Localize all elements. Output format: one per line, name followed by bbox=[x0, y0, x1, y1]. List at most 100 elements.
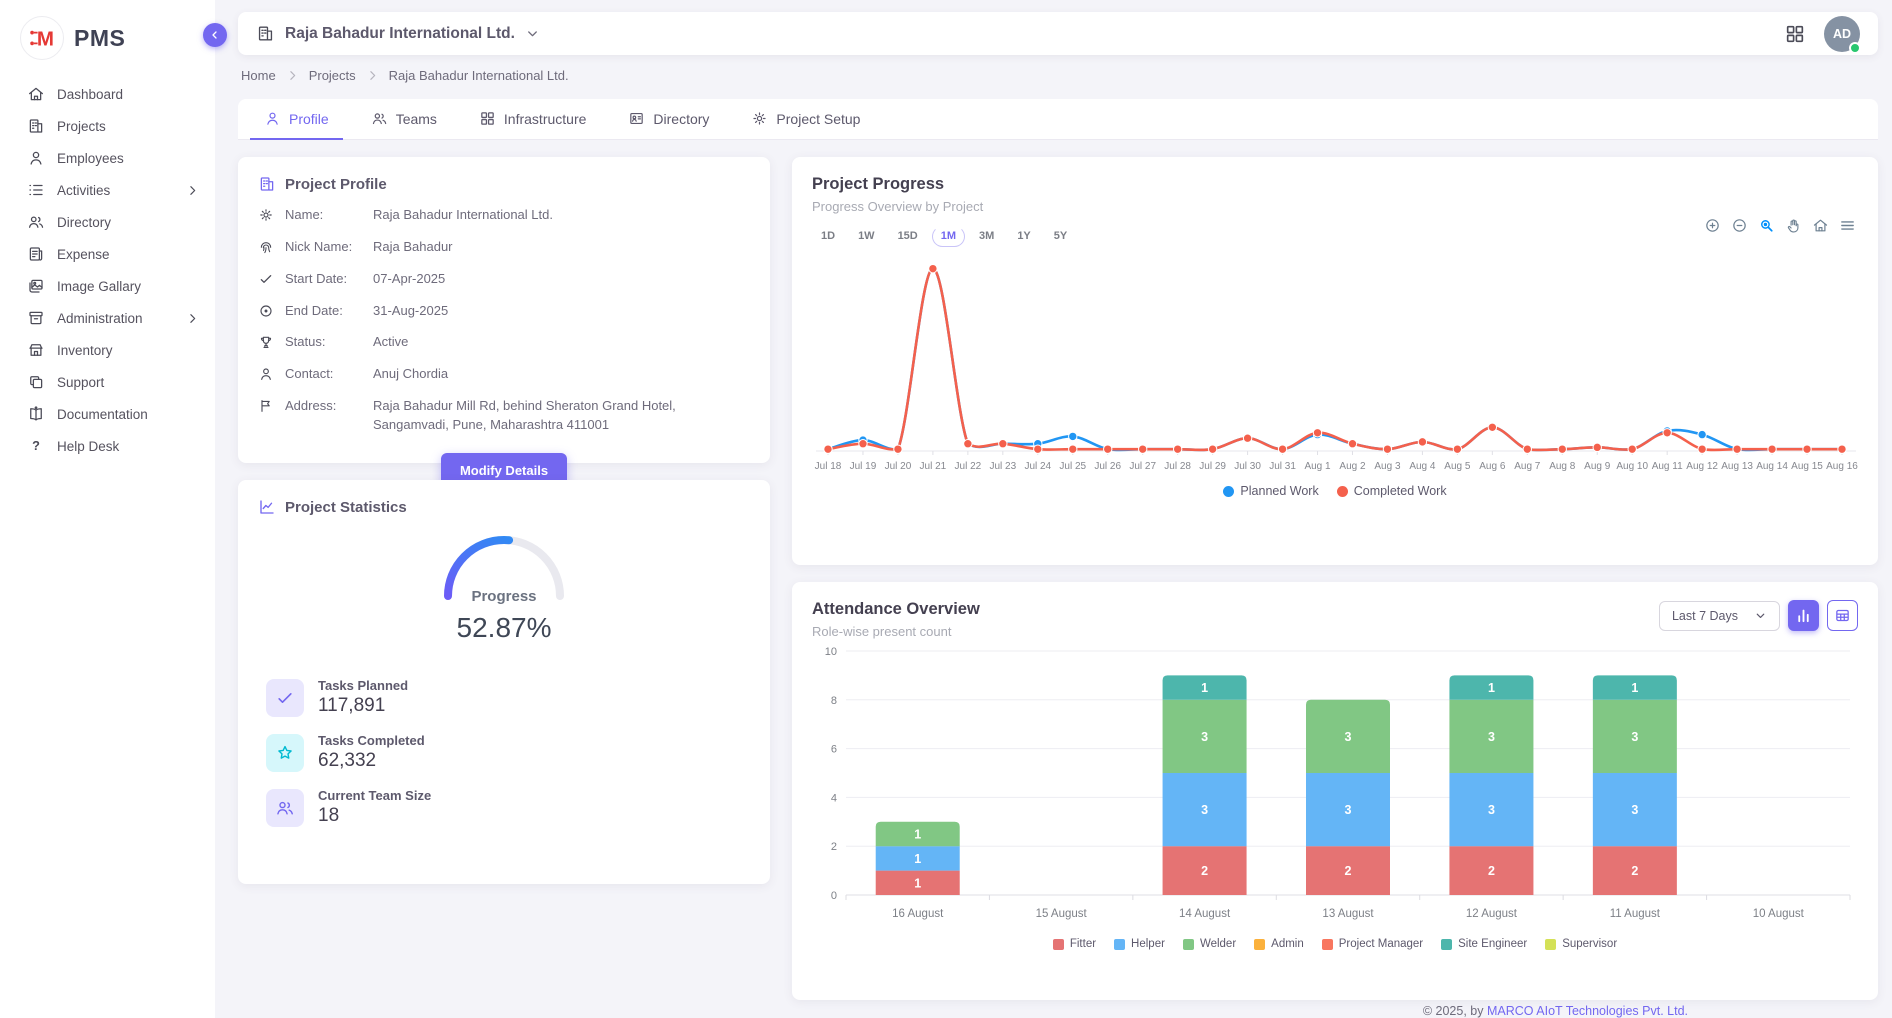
range-button-3m[interactable]: 3M bbox=[970, 226, 1003, 247]
sidebar-item-administration[interactable]: Administration bbox=[0, 302, 215, 334]
selection-zoom-icon[interactable] bbox=[1758, 217, 1775, 234]
stat-label: Current Team Size bbox=[318, 788, 431, 803]
profile-field-nick-name-: Nick Name:Raja Bahadur bbox=[258, 238, 750, 257]
stat-icon-box bbox=[266, 789, 304, 827]
profile-field-name-: Name:Raja Bahadur International Ltd. bbox=[258, 206, 750, 225]
chevron-left-icon bbox=[209, 28, 221, 42]
breadcrumb-item-home[interactable]: Home bbox=[241, 68, 276, 83]
list-icon bbox=[27, 181, 45, 199]
legend-label: Fitter bbox=[1070, 938, 1096, 950]
apps-grid-button[interactable] bbox=[1784, 23, 1806, 45]
project-progress-card: Project Progress Progress Overview by Pr… bbox=[792, 157, 1878, 565]
building-icon bbox=[27, 117, 45, 135]
stat-label: Tasks Completed bbox=[318, 733, 425, 748]
field-label: Name: bbox=[285, 206, 373, 222]
logo[interactable]: M PMS bbox=[0, 0, 215, 76]
svg-text:Aug 6: Aug 6 bbox=[1479, 461, 1506, 472]
sidebar-item-expense[interactable]: Expense bbox=[0, 238, 215, 270]
users-icon bbox=[27, 213, 45, 231]
sidebar: M PMS Dashboard ProjectsEmployeesActiviti… bbox=[0, 0, 215, 1018]
attendance-card-title: Attendance Overview bbox=[812, 600, 980, 619]
sidebar-item-image-gallary[interactable]: Image Gallary bbox=[0, 270, 215, 302]
range-button-1m[interactable]: 1M bbox=[932, 226, 965, 247]
chevron-right-icon bbox=[186, 184, 199, 197]
tab-directory[interactable]: Directory bbox=[614, 99, 723, 140]
range-button-1w[interactable]: 1W bbox=[849, 226, 884, 247]
field-label: Nick Name: bbox=[285, 238, 373, 254]
sidebar-item-inventory[interactable]: Inventory bbox=[0, 334, 215, 366]
zoom-out-icon[interactable] bbox=[1731, 217, 1748, 234]
legend-admin[interactable]: Admin bbox=[1254, 938, 1304, 950]
topbar: Raja Bahadur International Ltd. AD bbox=[238, 12, 1878, 55]
project-switcher[interactable]: Raja Bahadur International Ltd. bbox=[256, 24, 540, 43]
range-button-1y[interactable]: 1Y bbox=[1008, 226, 1039, 247]
sidebar-item-employees[interactable]: Employees bbox=[0, 142, 215, 174]
footer-company-link[interactable]: MARCO AIoT Technologies Pvt. Ltd. bbox=[1487, 1004, 1688, 1018]
flag-icon bbox=[258, 398, 274, 414]
svg-text:Aug 5: Aug 5 bbox=[1444, 461, 1471, 472]
legend-planned-work[interactable]: Planned Work bbox=[1223, 484, 1318, 498]
svg-text:Aug 13: Aug 13 bbox=[1721, 461, 1753, 472]
legend-project-manager[interactable]: Project Manager bbox=[1322, 938, 1423, 950]
svg-text:6: 6 bbox=[831, 744, 837, 756]
menu-icon[interactable] bbox=[1839, 217, 1856, 234]
tab-profile[interactable]: Profile bbox=[250, 99, 343, 140]
profile-card-title-text: Project Profile bbox=[285, 176, 387, 193]
legend-completed-work[interactable]: Completed Work bbox=[1337, 484, 1447, 498]
svg-text:16 August: 16 August bbox=[892, 908, 944, 920]
tab-teams[interactable]: Teams bbox=[357, 99, 451, 140]
apps-grid-icon bbox=[1784, 23, 1806, 45]
svg-text:2: 2 bbox=[1201, 864, 1208, 878]
breadcrumb-item-projects[interactable]: Projects bbox=[309, 68, 356, 83]
sidebar-item-activities[interactable]: Activities bbox=[0, 174, 215, 206]
sidebar-item-dashboard[interactable]: Dashboard bbox=[0, 78, 215, 110]
tab-project-setup[interactable]: Project Setup bbox=[737, 99, 874, 140]
profile-card-title: Project Profile bbox=[258, 175, 750, 193]
attendance-bar-chart[interactable]: 024681011116 August15 August233114 Augus… bbox=[812, 643, 1858, 938]
table-view-button[interactable] bbox=[1827, 600, 1858, 631]
legend-fitter[interactable]: Fitter bbox=[1053, 938, 1096, 950]
chart-view-button[interactable] bbox=[1788, 600, 1819, 631]
tab-infrastructure[interactable]: Infrastructure bbox=[465, 99, 600, 140]
copy-icon bbox=[27, 373, 45, 391]
online-status-dot bbox=[1849, 42, 1861, 54]
sidebar-item-directory[interactable]: Directory bbox=[0, 206, 215, 238]
svg-text:Aug 7: Aug 7 bbox=[1514, 461, 1541, 472]
legend-welder[interactable]: Welder bbox=[1183, 938, 1236, 950]
stat-value: 117,891 bbox=[318, 695, 408, 717]
zoom-in-icon[interactable] bbox=[1704, 217, 1721, 234]
footer-text: © 2025, by bbox=[1423, 1004, 1487, 1018]
legend-site-engineer[interactable]: Site Engineer bbox=[1441, 938, 1527, 950]
date-range-select[interactable]: Last 7 Days bbox=[1659, 601, 1780, 631]
field-label: Status: bbox=[285, 333, 373, 349]
sidebar-item-projects[interactable]: Projects bbox=[0, 110, 215, 142]
sidebar-item-documentation[interactable]: Documentation bbox=[0, 398, 215, 430]
legend-helper[interactable]: Helper bbox=[1114, 938, 1165, 950]
range-button-5y[interactable]: 5Y bbox=[1045, 226, 1076, 247]
sidebar-item-support[interactable]: Support bbox=[0, 366, 215, 398]
topbar-right: AD bbox=[1784, 16, 1860, 52]
legend-supervisor[interactable]: Supervisor bbox=[1545, 938, 1617, 950]
range-button-1d[interactable]: 1D bbox=[812, 226, 844, 247]
svg-text:1: 1 bbox=[1631, 681, 1638, 695]
svg-text:8: 8 bbox=[831, 695, 837, 707]
svg-text:2: 2 bbox=[1631, 864, 1638, 878]
svg-text:13 August: 13 August bbox=[1322, 908, 1374, 920]
svg-text:Aug 8: Aug 8 bbox=[1549, 461, 1576, 472]
home-icon[interactable] bbox=[1812, 217, 1829, 234]
field-value: Active bbox=[373, 333, 408, 352]
sidebar-collapse-button[interactable] bbox=[203, 23, 227, 47]
pan-icon[interactable] bbox=[1785, 217, 1802, 234]
users-icon bbox=[371, 110, 388, 127]
stat-label: Tasks Planned bbox=[318, 678, 408, 693]
gauge-value: 52.87% bbox=[258, 612, 750, 644]
sidebar-item-label: Dashboard bbox=[57, 87, 123, 102]
range-button-15d[interactable]: 15D bbox=[889, 226, 927, 247]
sidebar-item-help-desk[interactable]: ?Help Desk bbox=[0, 430, 215, 462]
archive-icon bbox=[27, 309, 45, 327]
check-icon bbox=[275, 688, 295, 708]
user-avatar[interactable]: AD bbox=[1824, 16, 1860, 52]
progress-line-chart[interactable]: Jul 18Jul 19Jul 20Jul 21Jul 22Jul 23Jul … bbox=[812, 253, 1858, 484]
svg-text:Jul 18: Jul 18 bbox=[815, 461, 842, 472]
legend-swatch bbox=[1183, 939, 1194, 950]
